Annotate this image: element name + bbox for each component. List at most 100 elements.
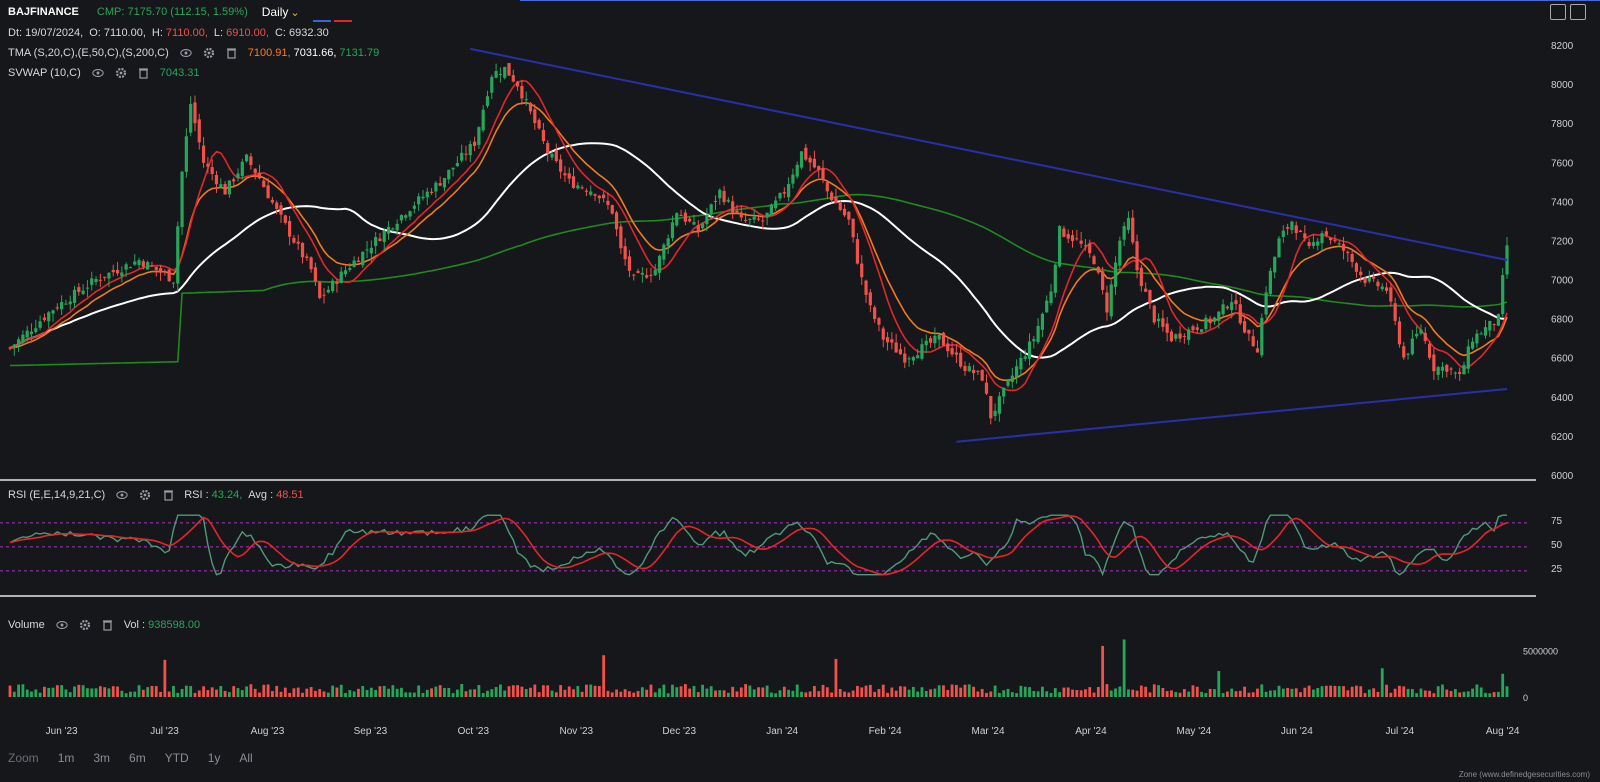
candle-body — [1049, 291, 1053, 304]
range-6m[interactable]: 6m — [129, 751, 146, 765]
candle-body — [210, 167, 214, 174]
candle-body — [1156, 318, 1161, 322]
volume-bar — [438, 685, 442, 697]
volume-bar — [150, 685, 154, 697]
candle-body — [946, 343, 950, 352]
candle-body — [275, 202, 279, 209]
volume-bar — [17, 684, 21, 697]
candle-body — [1199, 329, 1204, 333]
volume-bar — [180, 688, 184, 697]
volume-bar — [25, 689, 29, 697]
candle-body — [68, 301, 72, 305]
candle-body — [1096, 267, 1100, 273]
range-3m[interactable]: 3m — [93, 751, 110, 765]
range-1m[interactable]: 1m — [58, 751, 75, 765]
eye-icon[interactable] — [56, 619, 68, 631]
candle-body — [115, 269, 120, 274]
gear-icon[interactable] — [203, 47, 215, 59]
volume-bar — [1479, 687, 1483, 697]
trash-icon[interactable] — [226, 47, 238, 59]
volume-bar — [1264, 691, 1268, 697]
volume-bar — [215, 689, 218, 697]
candle-body — [1264, 292, 1268, 315]
volume-bar — [1170, 690, 1173, 697]
range-all[interactable]: All — [239, 751, 252, 765]
eye-icon[interactable] — [116, 489, 128, 501]
candle-body — [404, 215, 408, 218]
candle-body — [21, 334, 25, 343]
volume-bar — [430, 688, 433, 697]
volume-bar — [163, 659, 167, 697]
range-1y[interactable]: 1y — [208, 751, 221, 765]
volume-bar — [705, 688, 709, 697]
candle-body — [675, 213, 679, 226]
volume-bar — [1243, 686, 1246, 697]
candle-body — [847, 211, 851, 220]
interval-selector[interactable]: Daily — [262, 5, 289, 19]
chevron-down-icon[interactable]: ⌄ — [290, 6, 299, 19]
volume-bar — [154, 686, 158, 697]
eye-icon[interactable] — [180, 47, 192, 59]
volume-bar — [219, 686, 223, 697]
volume-bar — [77, 684, 81, 697]
x-tick-label: Jun '23 — [46, 726, 78, 737]
volume-bar — [1484, 692, 1487, 697]
volume-bar — [1144, 686, 1148, 697]
volume-bar — [240, 690, 244, 697]
candle-body — [1174, 334, 1178, 339]
candle-body — [163, 271, 167, 273]
candle-body — [1436, 367, 1440, 375]
eye-icon[interactable] — [92, 67, 104, 79]
volume-bar — [369, 687, 373, 697]
volume-bar — [124, 693, 128, 697]
volume-bar — [959, 687, 963, 697]
volume-bar — [628, 691, 631, 697]
candle-body — [1217, 311, 1221, 321]
volume-bar — [1131, 689, 1135, 697]
candle-body — [989, 395, 993, 419]
volume-bar — [38, 692, 42, 697]
volume-bar — [524, 689, 528, 697]
volume-bar — [903, 686, 907, 697]
candle-body — [412, 205, 416, 209]
volume-bar — [378, 686, 382, 697]
candle-body — [270, 199, 275, 203]
volume-bar — [90, 688, 94, 697]
volume-bar — [804, 692, 808, 697]
candle-body — [378, 238, 382, 241]
chart-canvas[interactable]: 8200 8000 7800 7600 7400 7200 7000 6800 6600 6400… — [0, 0, 1600, 782]
gear-icon[interactable] — [79, 619, 91, 631]
reset-icon[interactable] — [1570, 4, 1586, 20]
volume-bar — [1182, 689, 1186, 697]
volume-bar — [503, 690, 507, 697]
price-tick-label: 7800 — [1551, 119, 1574, 130]
candle-body — [386, 226, 391, 234]
candle-body — [1488, 320, 1492, 331]
trendline — [956, 388, 1508, 443]
gear-icon[interactable] — [139, 489, 151, 501]
candle-body — [1139, 267, 1143, 287]
trash-icon[interactable] — [102, 619, 114, 631]
trash-icon[interactable] — [162, 489, 174, 501]
volume-bar — [739, 687, 743, 697]
candle-body — [941, 332, 946, 346]
range-ytd[interactable]: YTD — [165, 751, 189, 765]
gear-icon[interactable] — [115, 67, 127, 79]
volume-bar — [232, 686, 236, 697]
screenshot-icon[interactable] — [1550, 4, 1566, 20]
volume-bar — [120, 690, 124, 697]
trash-icon[interactable] — [138, 67, 150, 79]
candle-body — [447, 169, 451, 180]
volume-bar — [1015, 693, 1019, 697]
volume-bar — [1127, 689, 1130, 697]
price-tick-label: 8200 — [1551, 41, 1574, 52]
volume-bar — [580, 691, 584, 697]
volume-bar — [1238, 690, 1242, 697]
candle-body — [77, 287, 81, 292]
volume-bar — [1320, 686, 1324, 697]
candle-body — [787, 183, 791, 198]
candle-body — [322, 294, 326, 296]
candle-body — [335, 281, 339, 284]
candle-body — [472, 141, 477, 146]
volume-bar — [593, 685, 597, 697]
